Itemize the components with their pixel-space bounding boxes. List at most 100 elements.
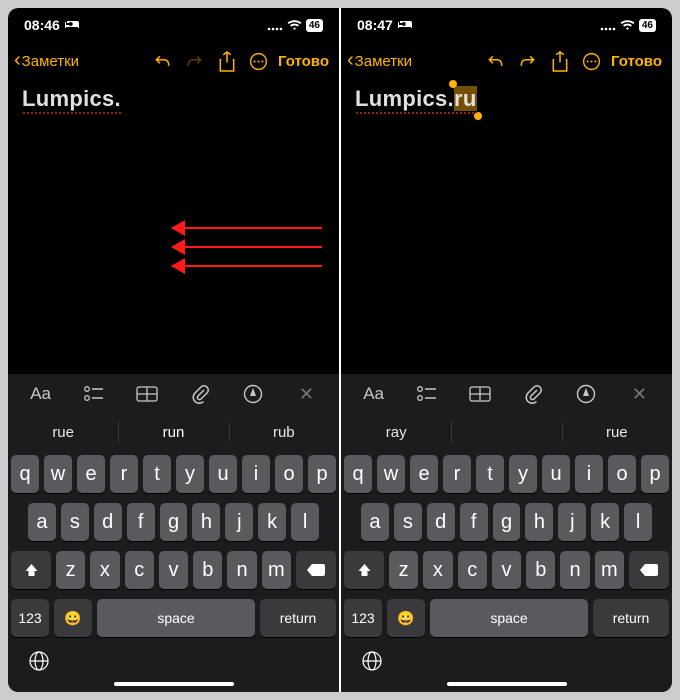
back-button[interactable]: ‹ Заметки <box>14 51 79 72</box>
key-w[interactable]: w <box>44 455 72 493</box>
suggestion-3[interactable]: rub <box>229 414 339 450</box>
numbers-key[interactable]: 123 <box>11 599 49 637</box>
key-l[interactable]: l <box>291 503 319 541</box>
key-v[interactable]: v <box>159 551 188 589</box>
shift-key[interactable] <box>344 551 384 589</box>
note-content[interactable]: Lumpics. <box>8 80 339 374</box>
markup-button[interactable] <box>562 384 611 404</box>
selection-handle-start[interactable] <box>449 80 457 88</box>
key-r[interactable]: r <box>443 455 471 493</box>
return-key[interactable]: return <box>593 599 669 637</box>
key-a[interactable]: a <box>28 503 56 541</box>
key-k[interactable]: k <box>258 503 286 541</box>
key-s[interactable]: s <box>61 503 89 541</box>
key-g[interactable]: g <box>493 503 521 541</box>
format-text-button[interactable]: Aa <box>349 384 398 404</box>
key-b[interactable]: b <box>526 551 555 589</box>
key-n[interactable]: n <box>227 551 256 589</box>
redo-button[interactable] <box>513 46 543 76</box>
suggestion-1[interactable]: ray <box>341 414 451 450</box>
key-u[interactable]: u <box>542 455 570 493</box>
key-t[interactable]: t <box>143 455 171 493</box>
checklist-button[interactable] <box>402 386 451 402</box>
space-key[interactable]: space <box>97 599 255 637</box>
undo-button[interactable] <box>481 46 511 76</box>
key-y[interactable]: y <box>509 455 537 493</box>
key-z[interactable]: z <box>389 551 418 589</box>
home-indicator[interactable] <box>447 682 567 686</box>
key-f[interactable]: f <box>460 503 488 541</box>
key-l[interactable]: l <box>624 503 652 541</box>
key-h[interactable]: h <box>525 503 553 541</box>
note-content[interactable]: Lumpics.ru <box>341 80 672 374</box>
close-format-button[interactable]: ✕ <box>615 384 664 405</box>
key-s[interactable]: s <box>394 503 422 541</box>
back-button[interactable]: ‹ Заметки <box>347 51 412 72</box>
key-f[interactable]: f <box>127 503 155 541</box>
key-d[interactable]: d <box>94 503 122 541</box>
key-i[interactable]: i <box>242 455 270 493</box>
share-button[interactable] <box>212 46 242 76</box>
key-j[interactable]: j <box>558 503 586 541</box>
emoji-key[interactable]: 😀 <box>54 599 92 637</box>
numbers-key[interactable]: 123 <box>344 599 382 637</box>
key-a[interactable]: a <box>361 503 389 541</box>
checklist-button[interactable] <box>69 386 118 402</box>
suggestion-2[interactable]: run <box>118 414 228 450</box>
key-h[interactable]: h <box>192 503 220 541</box>
suggestion-2[interactable] <box>451 414 561 450</box>
key-c[interactable]: c <box>458 551 487 589</box>
key-m[interactable]: m <box>595 551 624 589</box>
more-button[interactable] <box>244 46 274 76</box>
delete-key[interactable] <box>629 551 669 589</box>
key-d[interactable]: d <box>427 503 455 541</box>
key-o[interactable]: o <box>608 455 636 493</box>
home-indicator[interactable] <box>114 682 234 686</box>
table-button[interactable] <box>455 386 504 402</box>
attach-button[interactable] <box>509 384 558 404</box>
close-format-button[interactable]: ✕ <box>282 384 331 405</box>
globe-icon[interactable] <box>361 650 383 672</box>
space-key[interactable]: space <box>430 599 588 637</box>
key-x[interactable]: x <box>423 551 452 589</box>
key-c[interactable]: c <box>125 551 154 589</box>
format-text-button[interactable]: Aa <box>16 384 65 404</box>
key-z[interactable]: z <box>56 551 85 589</box>
share-button[interactable] <box>545 46 575 76</box>
key-e[interactable]: e <box>77 455 105 493</box>
suggestion-3[interactable]: rue <box>562 414 672 450</box>
key-o[interactable]: o <box>275 455 303 493</box>
key-k[interactable]: k <box>591 503 619 541</box>
key-m[interactable]: m <box>262 551 291 589</box>
shift-key[interactable] <box>11 551 51 589</box>
done-button[interactable]: Готово <box>611 53 662 70</box>
key-y[interactable]: y <box>176 455 204 493</box>
key-v[interactable]: v <box>492 551 521 589</box>
suggestion-1[interactable]: rue <box>8 414 118 450</box>
key-p[interactable]: p <box>641 455 669 493</box>
key-j[interactable]: j <box>225 503 253 541</box>
key-q[interactable]: q <box>344 455 372 493</box>
key-b[interactable]: b <box>193 551 222 589</box>
undo-button[interactable] <box>148 46 178 76</box>
key-w[interactable]: w <box>377 455 405 493</box>
delete-key[interactable] <box>296 551 336 589</box>
attach-button[interactable] <box>176 384 225 404</box>
key-x[interactable]: x <box>90 551 119 589</box>
key-q[interactable]: q <box>11 455 39 493</box>
done-button[interactable]: Готово <box>278 53 329 70</box>
key-r[interactable]: r <box>110 455 138 493</box>
key-n[interactable]: n <box>560 551 589 589</box>
key-g[interactable]: g <box>160 503 188 541</box>
globe-icon[interactable] <box>28 650 50 672</box>
key-t[interactable]: t <box>476 455 504 493</box>
return-key[interactable]: return <box>260 599 336 637</box>
text-selection[interactable]: ru <box>454 86 477 111</box>
more-button[interactable] <box>577 46 607 76</box>
table-button[interactable] <box>122 386 171 402</box>
key-e[interactable]: e <box>410 455 438 493</box>
key-p[interactable]: p <box>308 455 336 493</box>
markup-button[interactable] <box>229 384 278 404</box>
key-i[interactable]: i <box>575 455 603 493</box>
key-u[interactable]: u <box>209 455 237 493</box>
